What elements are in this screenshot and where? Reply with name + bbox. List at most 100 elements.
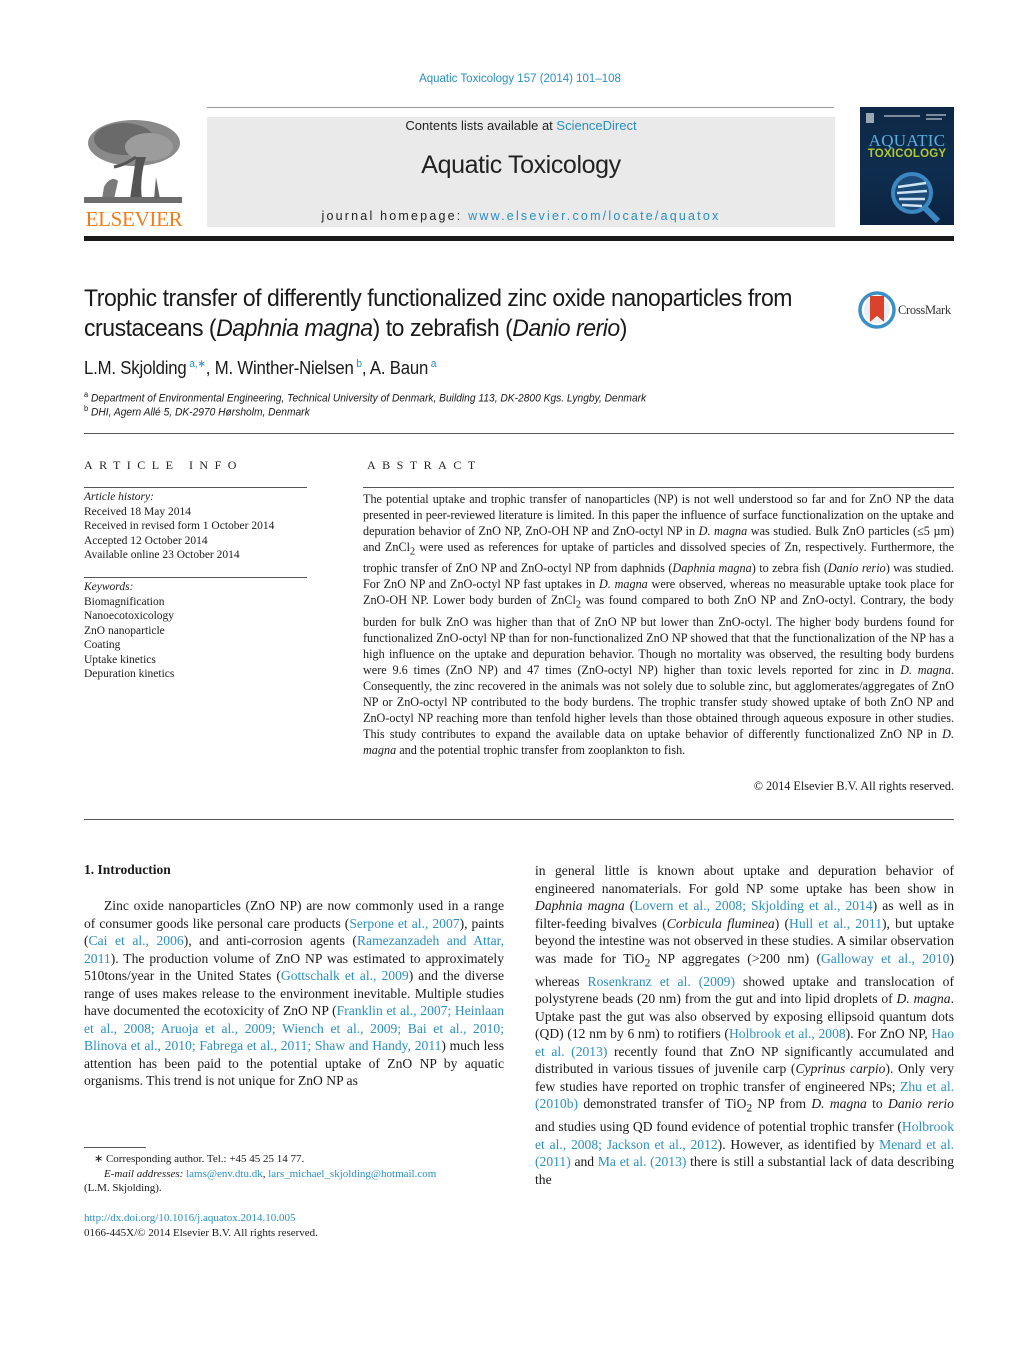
journal-citation-link[interactable]: Aquatic Toxicology 157 (2014) 101–108 [0,73,1020,85]
info-divider [84,487,307,488]
header-thick-rule [84,236,954,241]
elsevier-logo[interactable]: ELSEVIER [84,117,184,231]
citation-link[interactable]: Galloway et al., 2010 [821,951,949,966]
article-title: Trophic transfer of differently function… [84,284,798,344]
history-item: Accepted 12 October 2014 [84,534,208,547]
affiliation-b: b DHI, Agern Allé 5, DK-2970 Hørsholm, D… [84,404,310,419]
journal-homepage: journal homepage: www.elsevier.com/locat… [207,209,835,223]
italic-term: Danio rerio [827,561,886,576]
keywords-section: Keywords: Biomagnification Nanoecotoxicol… [84,580,174,682]
citation-link[interactable]: Lovern et al., 2008; Skjolding et al., 2… [634,898,872,913]
title-text: ) to zebrafish ( [372,315,513,342]
text-run: NP from [752,1096,812,1112]
footnote-divider [84,1147,146,1148]
issn-copyright: 0166-445X/© 2014 Elsevier B.V. All right… [84,1226,318,1239]
email-link[interactable]: lams@env.dtu.dk [186,1168,263,1180]
article-history: Article history: Received 18 May 2014 Rec… [84,490,274,563]
text-run: to [866,1096,889,1112]
introduction-heading: 1. Introduction [84,862,171,877]
sciencedirect-link[interactable]: ScienceDirect [556,118,636,133]
email-label: E-mail addresses: [104,1167,187,1180]
italic-term: Cyprinus carpio [795,1061,886,1077]
intro-paragraph: Zinc oxide nanoparticles (ZnO NP) are no… [84,897,504,1090]
affiliation-a: a Department of Environmental Engineerin… [84,390,646,405]
email-owner: (L.M. Skjolding). [84,1182,162,1194]
author-affiliation-mark[interactable]: a [428,358,437,370]
email-link[interactable]: lars_michael_skjolding@hotmail.com [268,1168,436,1180]
doi-block: http://dx.doi.org/10.1016/j.aquatox.2014… [84,1211,524,1240]
elsevier-wordmark: ELSEVIER [85,207,183,231]
intro-paragraph-continued: in general little is known about uptake … [535,862,954,1188]
text-run: ). However, as identified by [717,1136,880,1152]
keyword-item: Uptake kinetics [84,653,156,666]
header-divider [207,107,834,108]
citation-link[interactable]: Serpone et al., 2007 [349,916,459,931]
citation-link[interactable]: Hull et al., 2011 [789,916,882,931]
title-text: ) [619,315,628,342]
citation-link[interactable]: Holbrook et al., 2008 [729,1026,846,1041]
italic-term: Daphnia magna [535,898,625,913]
affiliation-mark: b [84,404,89,413]
history-list: Received 18 May 2014 Received in revised … [84,505,274,563]
history-label: Article history: [84,491,154,503]
history-item: Received 18 May 2014 [84,505,191,518]
italic-term: D. magna [698,524,748,538]
citation-link[interactable]: Ma et al. (2013) [598,1154,687,1169]
elsevier-tree-icon [84,117,182,205]
author-affiliation-mark[interactable]: a,∗ [187,358,206,370]
keyword-list: Biomagnification Nanoecotoxicology ZnO nan… [84,595,174,682]
citation-link[interactable]: Cai et al., 2006 [89,933,184,948]
history-item: Available online 23 October 2014 [84,549,240,561]
affiliation-text: DHI, Agern Allé 5, DK-2970 Hørsholm, Den… [90,406,310,419]
article-info-heading: ARTICLE INFO [84,458,243,472]
abstract-divider [363,487,954,488]
author-list: L.M. Skjolding a,∗, M. Winther-Nielsen b… [84,357,436,379]
keyword-item: Coating [84,639,121,651]
text-run: and studies using QD found evidence of p… [535,1119,902,1135]
body-column-right: in general little is known about uptake … [535,862,954,1188]
text-run: ) to zebra fish ( [751,561,828,576]
citation-link[interactable]: Gottschalk et al., 2009 [281,968,409,983]
abstract-copyright: © 2014 Elsevier B.V. All rights reserved… [753,779,954,793]
citation-link[interactable]: Rosenkranz et al. (2009) [588,974,735,989]
email-line: E-mail addresses: lams@env.dtu.dk, lars_… [104,1167,437,1180]
keyword-item: ZnO nanoparticle [84,624,165,637]
crossmark-label: CrossMark [898,303,951,317]
keyword-item: Depuration kinetics [84,668,175,680]
cover-title-line2: TOXICOLOGY [867,148,947,160]
body-divider [84,819,954,820]
italic-term: D. magna [599,577,648,592]
text-run: ) ( [774,915,789,931]
contents-available: Contents lists available at ScienceDirec… [207,118,835,133]
author-affiliation-mark[interactable]: b [354,358,362,370]
keyword-item: Biomagnification [84,595,165,608]
homepage-link[interactable]: www.elsevier.com/locate/aquatox [468,209,720,223]
text-run: demonstrated transfer of TiO [578,1096,747,1112]
history-item: Received in revised form 1 October 2014 [84,520,275,532]
journal-cover[interactable]: AQUATIC TOXICOLOGY [860,107,954,225]
text-run: in general little is known about uptake … [535,863,954,896]
text-run: and the potential trophic transfer from … [396,742,686,757]
italic-term: D. magna [900,662,951,677]
abstract-heading: ABSTRACT [367,458,482,472]
affiliation-mark: a [84,390,89,399]
text-run: ). For ZnO NP, [845,1026,932,1042]
italic-term: Danio rerio [888,1096,954,1112]
corresponding-author: ∗ Corresponding author. Tel.: +45 45 25 … [94,1153,305,1165]
text-run: and [570,1154,598,1170]
title-species-2: Danio rerio [512,315,620,342]
italic-term: D. magna [896,991,951,1007]
italic-term: D. magna [811,1096,867,1112]
footnote: ∗ Corresponding author. Tel.: +45 45 25 … [84,1152,524,1196]
journal-title: Aquatic Toxicology [421,151,621,179]
doi-link[interactable]: http://dx.doi.org/10.1016/j.aquatox.2014… [84,1212,296,1224]
author-name: L.M. Skjolding [84,358,187,378]
keywords-label: Keywords: [84,581,134,593]
affiliation-text: Department of Environmental Engineering,… [90,392,647,405]
keyword-item: Nanoecotoxicology [84,610,175,622]
title-species-1: Daphnia magna [216,315,373,342]
contents-prefix: Contents lists available at [405,118,557,133]
journal-banner: Contents lists available at ScienceDirec… [207,117,835,227]
text-run: NP aggregates (>200 nm) ( [650,950,821,966]
crossmark-button[interactable]: CrossMark [858,291,958,331]
